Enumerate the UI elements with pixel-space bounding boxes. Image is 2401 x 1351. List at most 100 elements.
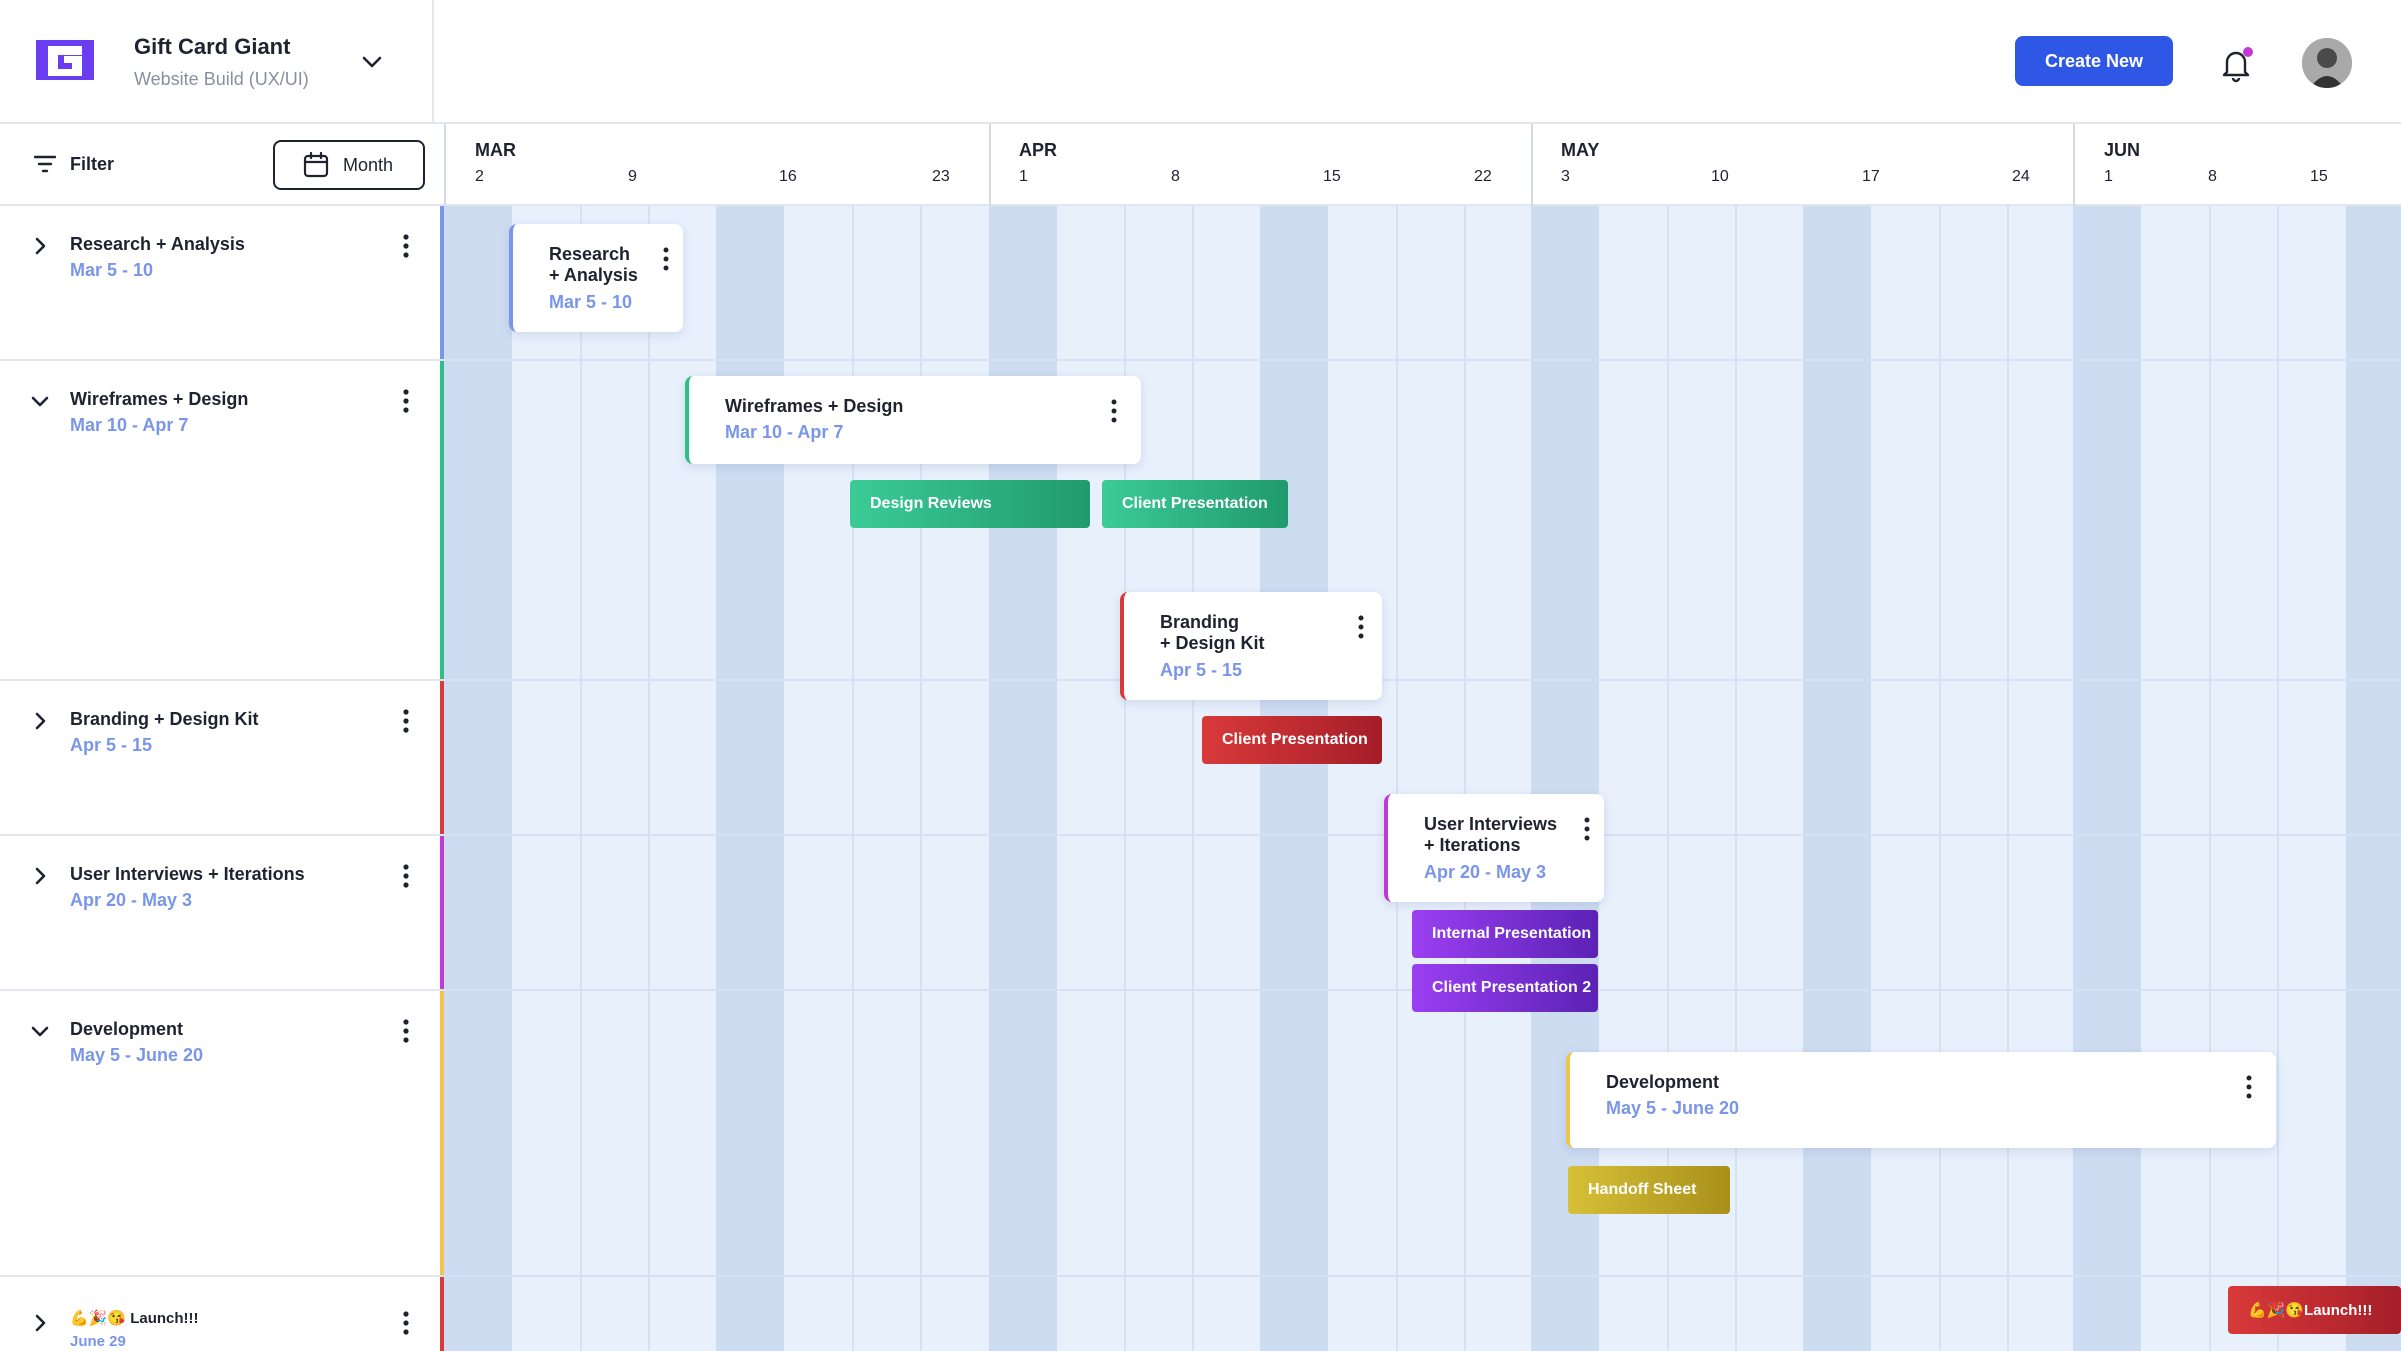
more-options-icon[interactable] bbox=[1107, 398, 1121, 424]
calendar-icon bbox=[303, 152, 329, 178]
toolbar: Filter Month bbox=[0, 124, 444, 206]
month-separator bbox=[444, 124, 446, 206]
card-dates: May 5 - June 20 bbox=[1606, 1098, 1740, 1118]
day-label: 9 bbox=[628, 168, 637, 185]
card-dates: Mar 10 - Apr 7 bbox=[725, 422, 844, 442]
filter-button[interactable]: Filter bbox=[70, 154, 114, 175]
day-label: 15 bbox=[2310, 168, 2328, 185]
phase-title: 💪🎉😘 Launch!!! bbox=[70, 1310, 199, 1327]
day-label: 2 bbox=[475, 168, 484, 185]
view-month-label: Month bbox=[343, 154, 394, 175]
weekend-column bbox=[1260, 206, 1328, 1351]
day-separator bbox=[580, 206, 582, 1351]
chevron-right-icon[interactable] bbox=[28, 709, 52, 733]
more-options-icon[interactable] bbox=[398, 707, 414, 735]
notification-bell-icon[interactable] bbox=[2218, 44, 2254, 84]
project-name: Gift Card Giant bbox=[134, 34, 291, 59]
more-options-icon[interactable] bbox=[659, 246, 673, 272]
day-separator bbox=[2209, 206, 2211, 1351]
month-separator bbox=[1531, 124, 1533, 206]
phase-dates: June 29 bbox=[70, 1333, 126, 1350]
day-label: 8 bbox=[2208, 168, 2217, 185]
more-options-icon[interactable] bbox=[1580, 816, 1594, 842]
day-separator bbox=[2007, 206, 2009, 1351]
weekend-column bbox=[1803, 206, 1871, 1351]
milestone-internal-presentation[interactable]: Internal Presentation bbox=[1412, 910, 1598, 958]
more-options-icon[interactable] bbox=[398, 862, 414, 890]
card-title-line: + Analysis bbox=[549, 265, 638, 285]
phase-dates: Mar 10 - Apr 7 bbox=[70, 415, 189, 435]
timeline-header: MAR 2 9 16 23 APR 1 8 15 22 MAY 3 10 17 … bbox=[444, 124, 2401, 206]
milestone-launch[interactable]: 💪🎉😘Launch!!! bbox=[2228, 1286, 2401, 1334]
timeline-grid: Research + Analysis Mar 5 - 10 Wireframe… bbox=[444, 206, 2401, 1351]
more-options-icon[interactable] bbox=[398, 1017, 414, 1045]
chevron-down-icon[interactable] bbox=[28, 1019, 52, 1043]
phase-dates: Mar 5 - 10 bbox=[70, 260, 154, 280]
more-options-icon[interactable] bbox=[398, 232, 414, 260]
user-avatar[interactable] bbox=[2302, 38, 2352, 88]
phase-card-branding[interactable]: Branding + Design Kit Apr 5 - 15 bbox=[1120, 592, 1382, 700]
row-separator bbox=[444, 359, 2401, 361]
phase-title: Development bbox=[70, 1019, 184, 1039]
day-label: 24 bbox=[2012, 168, 2030, 185]
phase-row-development[interactable]: Development May 5 - June 20 bbox=[0, 991, 444, 1277]
day-label: 1 bbox=[1019, 168, 1028, 185]
phase-row-launch[interactable]: 💪🎉😘 Launch!!! June 29 bbox=[0, 1277, 444, 1351]
card-title-line: User Interviews bbox=[1424, 814, 1558, 834]
month-label-mar: MAR bbox=[475, 140, 516, 160]
create-new-button[interactable]: Create New bbox=[2015, 36, 2173, 86]
chevron-right-icon[interactable] bbox=[28, 864, 52, 888]
card-title-line: + Design Kit bbox=[1160, 633, 1265, 653]
milestone-handoff-sheet[interactable]: Handoff Sheet bbox=[1568, 1166, 1730, 1214]
milestone-design-reviews[interactable]: Design Reviews bbox=[850, 480, 1090, 528]
phase-row-wireframes[interactable]: Wireframes + Design Mar 10 - Apr 7 bbox=[0, 361, 444, 681]
phase-title: Branding + Design Kit bbox=[70, 709, 259, 729]
chevron-right-icon[interactable] bbox=[28, 234, 52, 258]
phase-dates: Apr 20 - May 3 bbox=[70, 890, 193, 910]
phase-row-user-interviews[interactable]: User Interviews + Iterations Apr 20 - Ma… bbox=[0, 836, 444, 991]
day-separator bbox=[1192, 206, 1194, 1351]
phase-row-branding[interactable]: Branding + Design Kit Apr 5 - 15 bbox=[0, 681, 444, 836]
day-label: 22 bbox=[1474, 168, 1492, 185]
card-dates: Apr 5 - 15 bbox=[1160, 660, 1243, 680]
more-options-icon[interactable] bbox=[1354, 614, 1368, 640]
app-header: Gift Card Giant Website Build (UX/UI) Cr… bbox=[0, 0, 2401, 124]
chevron-down-icon[interactable] bbox=[28, 389, 52, 413]
day-label: 17 bbox=[1862, 168, 1880, 185]
phase-row-research[interactable]: Research + Analysis Mar 5 - 10 bbox=[0, 206, 444, 361]
card-title-line: Research bbox=[549, 244, 631, 264]
phase-card-wireframes[interactable]: Wireframes + Design Mar 10 - Apr 7 bbox=[685, 376, 1141, 464]
phase-title: Wireframes + Design bbox=[70, 389, 249, 409]
day-separator bbox=[1464, 206, 1466, 1351]
day-label: 10 bbox=[1711, 168, 1729, 185]
chevron-down-icon[interactable] bbox=[356, 46, 388, 78]
more-options-icon[interactable] bbox=[2242, 1074, 2256, 1100]
phase-card-research[interactable]: Research + Analysis Mar 5 - 10 bbox=[509, 224, 683, 332]
card-dates: Mar 5 - 10 bbox=[549, 292, 633, 312]
row-separator bbox=[444, 679, 2401, 681]
month-label-may: MAY bbox=[1561, 140, 1600, 160]
milestone-client-presentation-2[interactable]: Client Presentation 2 bbox=[1412, 964, 1598, 1012]
chevron-right-icon[interactable] bbox=[28, 1311, 52, 1335]
view-month-button[interactable]: Month bbox=[273, 140, 425, 190]
g-logo-icon bbox=[36, 40, 94, 80]
milestone-client-presentation[interactable]: Client Presentation bbox=[1102, 480, 1288, 528]
more-options-icon[interactable] bbox=[398, 1309, 414, 1337]
day-label: 16 bbox=[779, 168, 797, 185]
card-title: Wireframes + Design bbox=[725, 396, 904, 416]
filter-icon[interactable] bbox=[34, 154, 56, 174]
card-title: Development bbox=[1606, 1072, 1720, 1092]
more-options-icon[interactable] bbox=[398, 387, 414, 415]
phase-card-development[interactable]: Development May 5 - June 20 bbox=[1566, 1052, 2276, 1148]
card-title-line: Branding bbox=[1160, 612, 1239, 632]
phase-card-user-interviews[interactable]: User Interviews + Iterations Apr 20 - Ma… bbox=[1384, 794, 1604, 902]
project-switcher[interactable]: Gift Card Giant Website Build (UX/UI) bbox=[0, 0, 434, 124]
row-separator bbox=[444, 1275, 2401, 1277]
card-title: User Interviews + Iterations bbox=[1424, 814, 1557, 856]
card-title: Branding + Design Kit bbox=[1160, 612, 1265, 654]
phase-title: Research + Analysis bbox=[70, 234, 245, 254]
day-separator bbox=[1735, 206, 1737, 1351]
day-separator bbox=[2277, 206, 2279, 1351]
day-label: 23 bbox=[932, 168, 950, 185]
milestone-client-presentation[interactable]: Client Presentation bbox=[1202, 716, 1382, 764]
